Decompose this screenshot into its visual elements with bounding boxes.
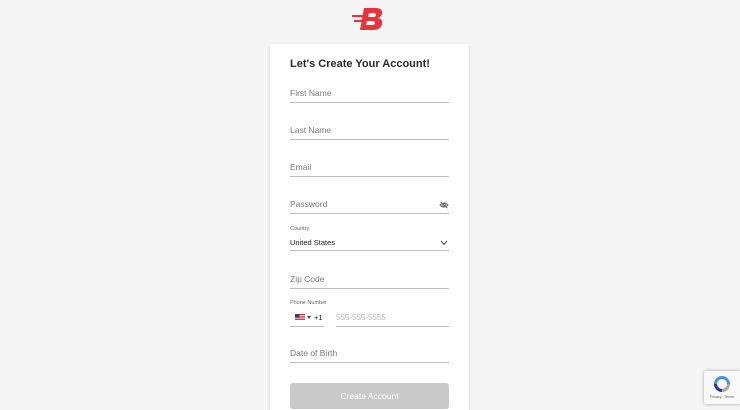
eye-off-icon[interactable]: [439, 201, 449, 209]
caret-down-icon: [307, 316, 311, 319]
date-of-birth-input[interactable]: Date of Birth: [290, 344, 449, 363]
last-name-input[interactable]: Last Name: [290, 121, 449, 140]
recaptcha-icon: [714, 376, 730, 392]
recaptcha-links[interactable]: Privacy - Terms: [704, 395, 740, 399]
us-flag-icon: [295, 314, 305, 320]
zip-code-placeholder: Zip Code: [290, 274, 325, 284]
email-placeholder: Email: [290, 162, 312, 172]
phone-label: Phone Number: [290, 300, 327, 306]
signup-card: Let's Create Your Account! First Name La…: [270, 44, 469, 410]
phone-country-code-select[interactable]: +1: [290, 308, 324, 327]
first-name-input[interactable]: First Name: [290, 84, 449, 103]
create-account-button[interactable]: Create Account: [290, 383, 449, 409]
country-label: Country: [290, 226, 310, 232]
phone-number-placeholder: 555-555-5555: [336, 313, 386, 322]
brand-logo: [352, 8, 383, 30]
phone-country-code: +1: [314, 313, 323, 322]
password-placeholder: Password: [290, 199, 328, 209]
email-input[interactable]: Email: [290, 158, 449, 177]
first-name-placeholder: First Name: [290, 88, 332, 98]
date-of-birth-placeholder: Date of Birth: [290, 348, 338, 358]
recaptcha-badge[interactable]: Privacy - Terms: [704, 371, 740, 404]
zip-code-input[interactable]: Zip Code: [290, 270, 449, 289]
last-name-placeholder: Last Name: [290, 125, 332, 135]
chevron-down-icon: [440, 240, 448, 246]
country-value: United States: [290, 238, 336, 247]
password-input[interactable]: Password: [290, 195, 449, 214]
phone-number-input[interactable]: 555-555-5555: [336, 308, 449, 327]
page-title: Let's Create Your Account!: [290, 58, 430, 70]
country-select[interactable]: Country United States: [290, 226, 449, 251]
